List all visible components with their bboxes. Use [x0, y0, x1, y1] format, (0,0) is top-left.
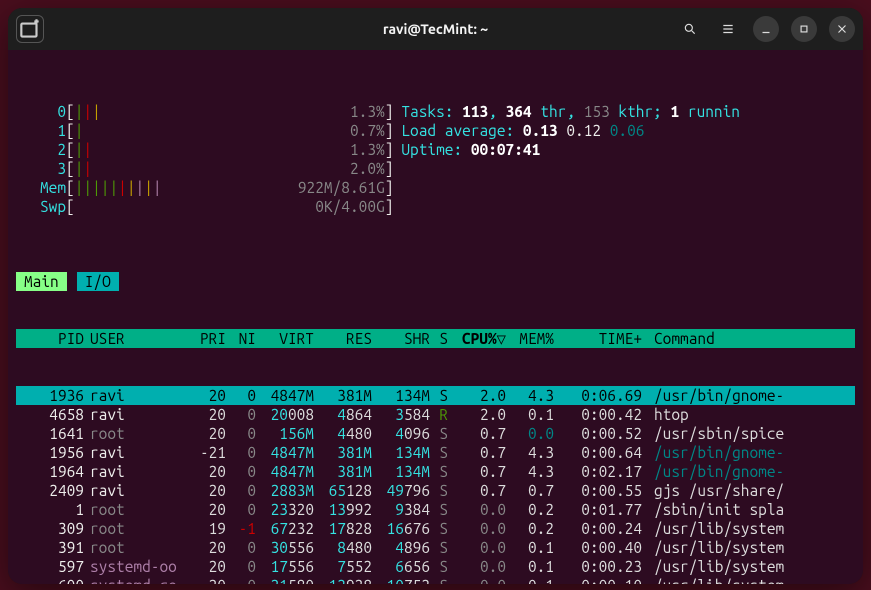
close-button[interactable] [829, 16, 855, 42]
search-button[interactable] [677, 16, 703, 42]
cpu-meter-1: 1[|0.7%]Load average: 0.13 0.12 0.06 [16, 121, 855, 140]
tab-main[interactable]: Main [16, 272, 67, 291]
cpu-meter-3: 3[||2.0%] [16, 159, 855, 178]
process-row[interactable]: 2409 ravi 20 0 2883M 65128 49796 S 0.7 0… [16, 481, 855, 500]
header-cpu[interactable]: CPU%▽ [448, 329, 506, 348]
header-shr[interactable]: SHR [372, 329, 430, 348]
maximize-button[interactable] [791, 16, 817, 42]
header-res[interactable]: RES [314, 329, 372, 348]
process-row[interactable]: 1 root 20 0 23320 13992 9384 S 0.0 0.2 0… [16, 500, 855, 519]
process-row[interactable]: 600 systemd-re 20 0 21580 12928 10752 S … [16, 576, 855, 584]
process-row[interactable]: 1956 ravi -21 0 4847M 381M 134M S 0.7 4.… [16, 443, 855, 462]
view-tabs: Main I/O [16, 272, 855, 291]
header-pid[interactable]: PID [16, 329, 84, 348]
header-ni[interactable]: NI [226, 329, 256, 348]
header-pri[interactable]: PRI [182, 329, 226, 348]
header-mem[interactable]: MEM% [506, 329, 554, 348]
swap-meter: Swp[0K/4.00G] [16, 197, 855, 216]
header-command[interactable]: Command [642, 329, 855, 348]
column-headers[interactable]: PID USER PRI NI VIRT RES SHR S CPU%▽ MEM… [16, 329, 855, 348]
process-row[interactable]: 1936 ravi 20 0 4847M 381M 134M S 2.0 4.3… [16, 386, 855, 405]
new-tab-button[interactable] [16, 15, 44, 43]
titlebar: ravi@TecMint: ~ [8, 8, 863, 50]
tab-io[interactable]: I/O [77, 272, 119, 291]
mem-meter: Mem[||||||||||922M/8.61G] [16, 178, 855, 197]
process-row[interactable]: 309 root 19 -1 67232 17828 16676 S 0.0 0… [16, 519, 855, 538]
process-row[interactable]: 597 systemd-oo 20 0 17556 7552 6656 S 0.… [16, 557, 855, 576]
hamburger-menu-button[interactable] [715, 16, 741, 42]
process-row[interactable]: 1964 ravi 20 0 4847M 381M 134M S 0.7 4.3… [16, 462, 855, 481]
process-row[interactable]: 391 root 20 0 30556 8480 4896 S 0.0 0.1 … [16, 538, 855, 557]
minimize-button[interactable] [753, 16, 779, 42]
cpu-meter-0: 0[|||1.3%]Tasks: 113, 364 thr, 153 kthr;… [16, 102, 855, 121]
header-time[interactable]: TIME+ [554, 329, 642, 348]
process-row[interactable]: 1641 root 20 0 156M 4480 4096 S 0.7 0.0 … [16, 424, 855, 443]
cpu-meter-2: 2[||1.3%]Uptime: 00:07:41 [16, 140, 855, 159]
terminal-window: ravi@TecMint: ~ 0[|||1.3%]Tasks: 113, 36… [8, 8, 863, 584]
terminal-body[interactable]: 0[|||1.3%]Tasks: 113, 364 thr, 153 kthr;… [8, 50, 863, 584]
header-state[interactable]: S [430, 329, 448, 348]
process-row[interactable]: 4658 ravi 20 0 20008 4864 3584 R 2.0 0.1… [16, 405, 855, 424]
header-user[interactable]: USER [84, 329, 182, 348]
header-virt[interactable]: VIRT [256, 329, 314, 348]
